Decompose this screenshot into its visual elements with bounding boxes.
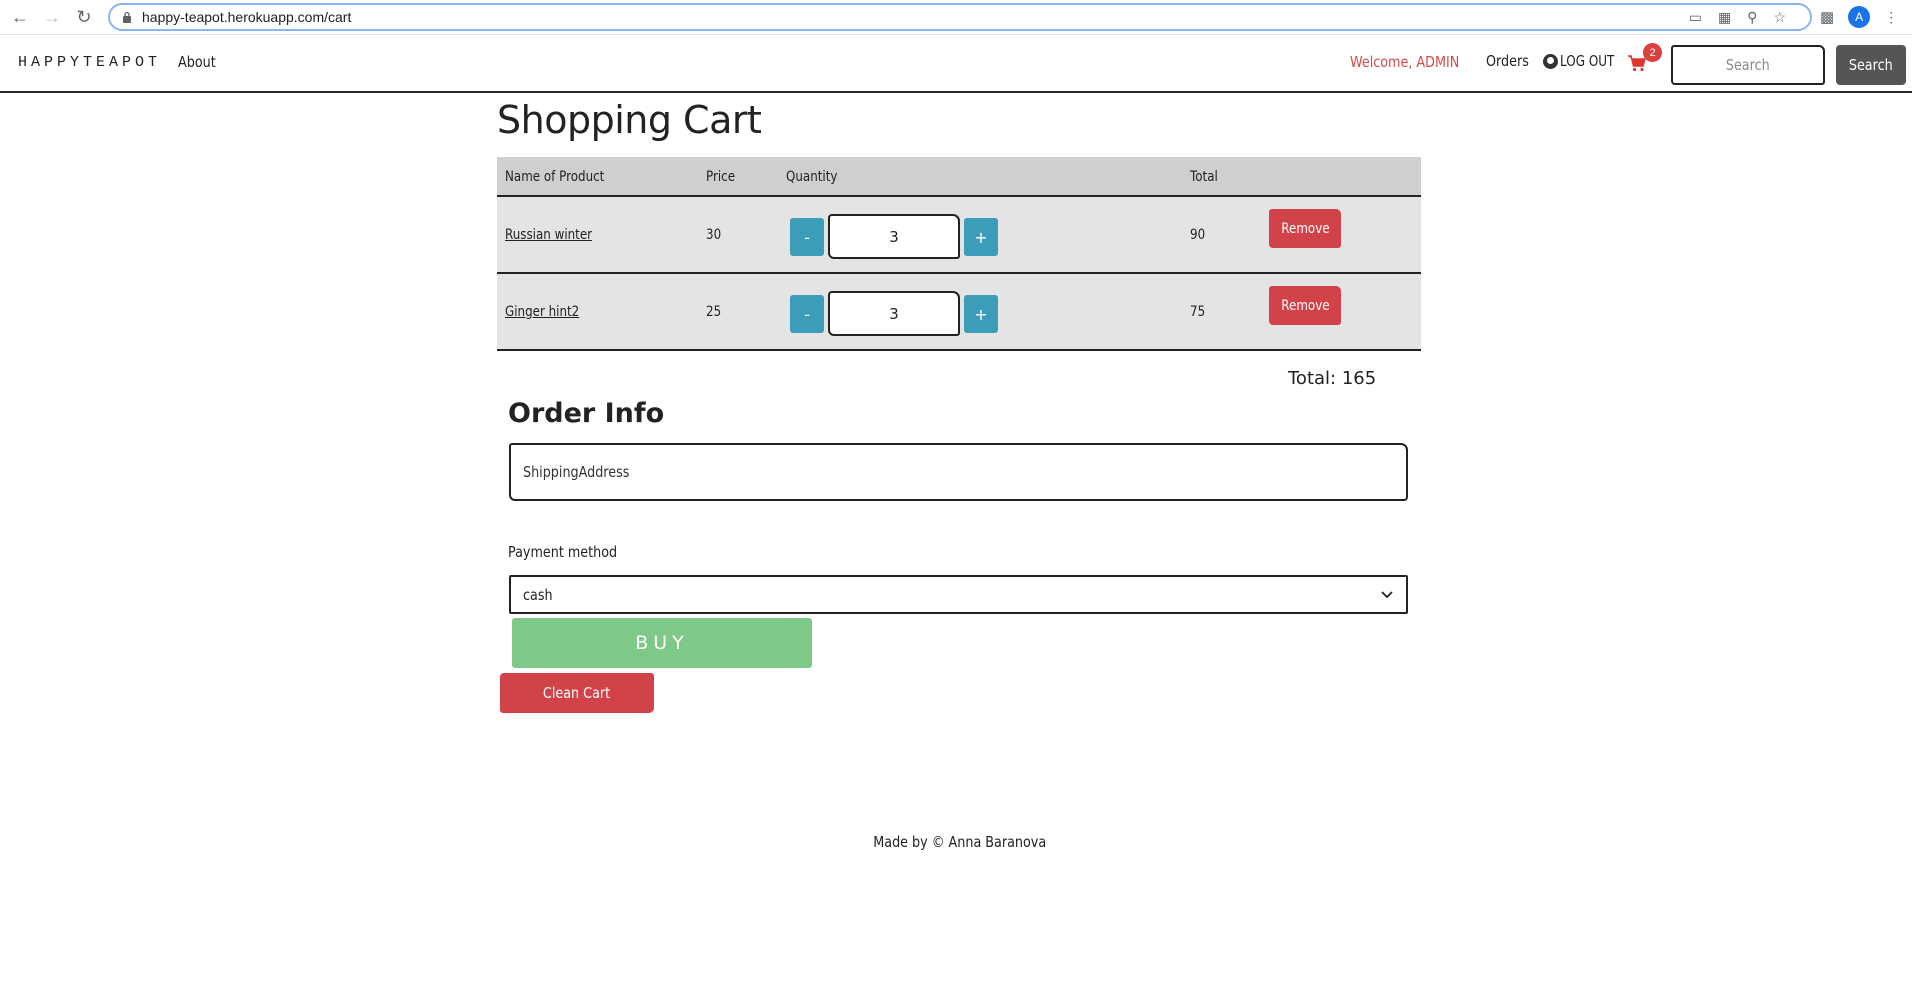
quantity-input[interactable]: 3 <box>828 214 960 259</box>
shipping-address-field[interactable]: ShippingAddress <box>509 443 1408 501</box>
address-bar[interactable]: happy-teapot.herokuapp.com/cart ▭ ▦ ⚲ ☆ <box>108 3 1812 31</box>
header-price: Price <box>706 169 736 185</box>
increase-quantity-button[interactable]: + <box>964 295 998 333</box>
decrease-quantity-button[interactable]: - <box>790 218 824 256</box>
key-icon[interactable]: ⚲ <box>1747 9 1757 26</box>
payment-selected-value: cash <box>523 586 553 604</box>
clean-cart-label: Clean Cart <box>543 684 611 702</box>
brand-logo[interactable]: HAPPYTEAPOT <box>18 54 161 71</box>
remove-button[interactable]: Remove <box>1269 286 1341 325</box>
row-total: 75 <box>1190 304 1206 320</box>
product-link[interactable]: Ginger hint2 <box>505 304 579 320</box>
site-navbar: HAPPYTEAPOT About Welcome, ADMIN Orders … <box>0 36 1912 93</box>
extensions-icon[interactable]: ▩ <box>1820 8 1834 26</box>
footer-text: Made by © Anna Baranova <box>873 833 1047 851</box>
chevron-down-icon <box>1381 591 1393 599</box>
welcome-text: Welcome, ADMIN <box>1350 53 1460 71</box>
payment-method-label: Payment method <box>508 543 618 561</box>
nav-orders-link[interactable]: Orders <box>1486 52 1529 70</box>
increase-quantity-button[interactable]: + <box>964 218 998 256</box>
shipping-placeholder: ShippingAddress <box>523 463 630 481</box>
star-icon[interactable]: ☆ <box>1773 9 1786 26</box>
header-quantity: Quantity <box>786 169 838 185</box>
user-circle-icon <box>1543 53 1558 69</box>
remove-label: Remove <box>1280 220 1330 237</box>
menu-icon[interactable]: ⋮ <box>1884 9 1898 26</box>
search-input[interactable]: Search <box>1671 45 1825 85</box>
logout-label: LOG OUT <box>1560 52 1615 70</box>
product-price: 30 <box>706 227 722 243</box>
profile-avatar[interactable]: A <box>1848 6 1871 28</box>
browser-toolbar: ← → ↻ happy-teapot.herokuapp.com/cart ▭ … <box>0 0 1912 35</box>
header-name: Name of Product <box>505 169 605 185</box>
cart-table: Name of Product Price Quantity Total Rus… <box>497 157 1421 351</box>
order-info-heading: Order Info <box>508 398 665 429</box>
payment-method-select[interactable]: cash <box>509 575 1408 614</box>
reload-icon[interactable]: ↻ <box>72 5 96 29</box>
clean-cart-button[interactable]: Clean Cart <box>500 673 654 713</box>
back-arrow-icon[interactable]: ← <box>8 5 32 29</box>
cart-grand-total: Total: 165 <box>1288 368 1377 389</box>
nav-about-link[interactable]: About <box>178 53 216 71</box>
footer: Made by © Anna Baranova <box>0 833 1912 851</box>
search-button[interactable]: Search <box>1836 45 1906 85</box>
search-button-label: Search <box>1849 56 1893 74</box>
quantity-input[interactable]: 3 <box>828 291 960 336</box>
url-text: happy-teapot.herokuapp.com/cart <box>142 9 352 25</box>
lock-icon <box>123 11 131 23</box>
qr-code-icon[interactable]: ▦ <box>1718 9 1731 26</box>
table-header: Name of Product Price Quantity Total <box>497 157 1421 197</box>
decrease-quantity-button[interactable]: - <box>790 295 824 333</box>
row-total: 90 <box>1190 227 1206 243</box>
product-link[interactable]: Russian winter <box>505 227 592 243</box>
buy-button[interactable]: BUY <box>512 618 812 668</box>
forward-arrow-icon[interactable]: → <box>40 5 64 29</box>
remove-button[interactable]: Remove <box>1269 209 1341 248</box>
table-row: Ginger hint2 25 - 3 + 75 Remove <box>497 274 1421 351</box>
remove-label: Remove <box>1280 297 1330 314</box>
product-price: 25 <box>706 304 722 320</box>
search-placeholder: Search <box>1726 56 1770 74</box>
cast-icon[interactable]: ▭ <box>1689 9 1702 26</box>
page-title: Shopping Cart <box>497 98 762 142</box>
table-row: Russian winter 30 - 3 + 90 Remove <box>497 197 1421 274</box>
logout-link[interactable]: LOG OUT <box>1543 52 1628 70</box>
cart-count-badge: 2 <box>1643 43 1662 62</box>
header-total: Total <box>1190 169 1218 185</box>
